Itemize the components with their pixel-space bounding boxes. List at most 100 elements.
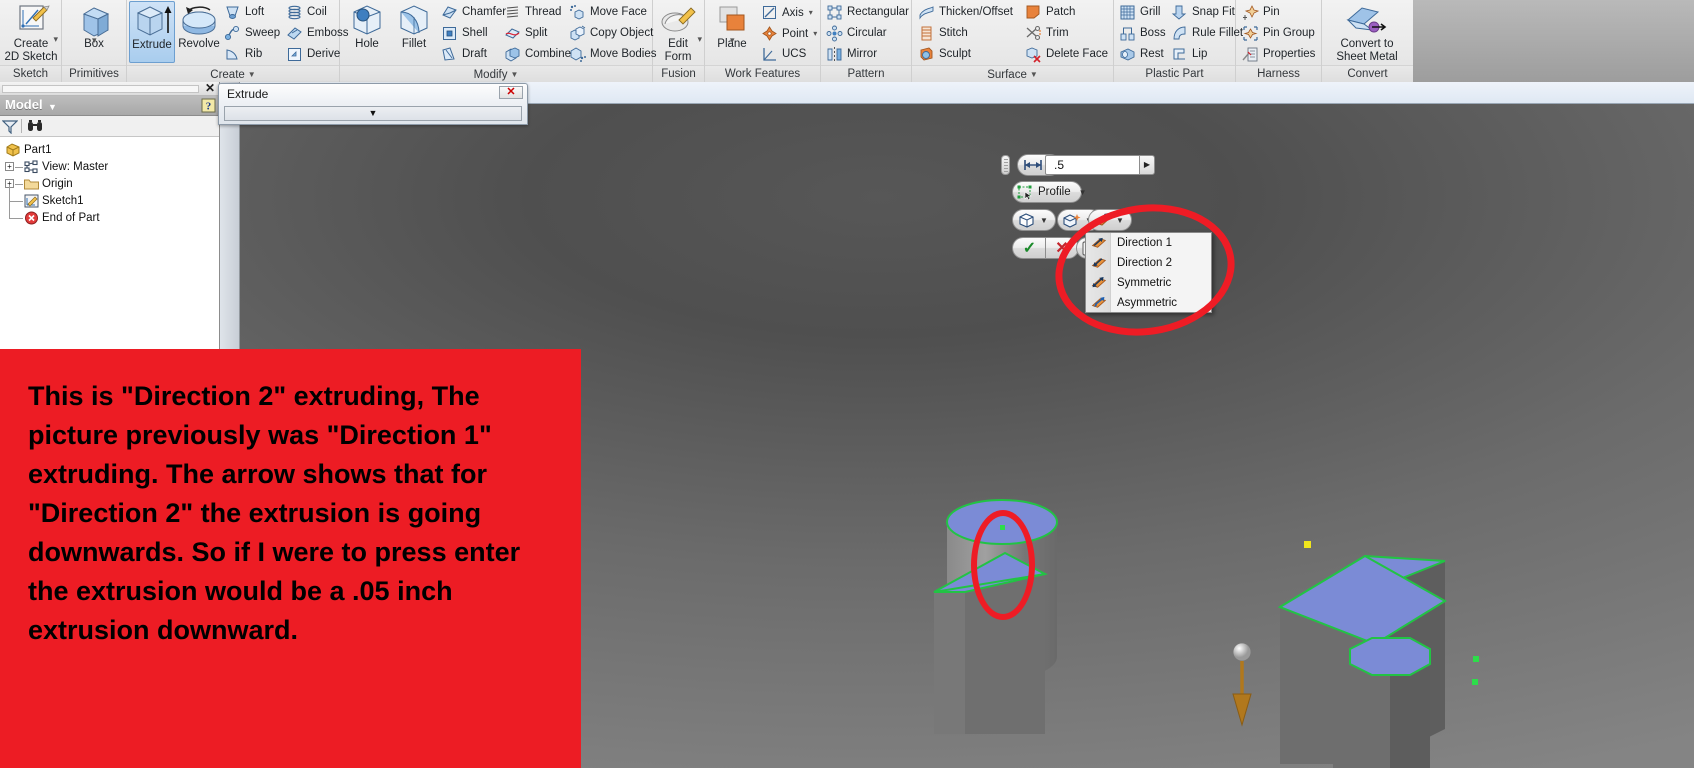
- button-label: Sculpt: [939, 48, 971, 60]
- split-button[interactable]: Split: [503, 23, 547, 44]
- create-2d-sketch-button[interactable]: Create 2D Sketch: [1, 1, 61, 63]
- button-label: Properties: [1263, 48, 1316, 60]
- thicken-offset-button[interactable]: Thicken/Offset: [917, 2, 1013, 23]
- find-icon[interactable]: [27, 119, 44, 134]
- edit-form-button[interactable]: Edit Form: [653, 1, 703, 63]
- tree-item-end-of-part[interactable]: End of Part: [4, 202, 219, 226]
- close-icon[interactable]: ✕: [499, 86, 523, 99]
- rule-fillet-icon: [1171, 25, 1188, 42]
- close-icon[interactable]: ✕: [205, 81, 215, 95]
- hole-button[interactable]: Hole: [344, 1, 390, 63]
- chevron-down-icon[interactable]: ▼: [248, 70, 256, 79]
- fillet-button[interactable]: Fillet: [391, 1, 437, 63]
- button-label: Convert to Sheet Metal: [1336, 38, 1398, 63]
- panel-title-surface: Surface ▼: [912, 65, 1113, 82]
- output-solid-button[interactable]: ▼: [1012, 209, 1056, 231]
- loft-button[interactable]: Loft: [223, 2, 264, 23]
- distance-input[interactable]: .5: [1045, 155, 1142, 175]
- button-label: UCS: [782, 48, 807, 60]
- panel-title-text: Surface: [987, 69, 1027, 81]
- copy-object-button[interactable]: Copy Object: [568, 23, 653, 44]
- rib-button[interactable]: Rib: [223, 44, 262, 65]
- revolve-button[interactable]: Revolve: [176, 1, 222, 63]
- button-label: Derive: [307, 48, 341, 60]
- shell-button[interactable]: Shell: [440, 23, 488, 44]
- tree-item-sketch1[interactable]: Sketch1: [4, 185, 219, 209]
- browser-drag-strip[interactable]: [2, 85, 199, 93]
- thicken-offset-icon: [918, 4, 935, 21]
- ribbon-panel-work-features: Plane ▾ Axis ▾ Point ▾ UCS Work Features: [705, 0, 821, 82]
- rule-fillet-button[interactable]: Rule Fillet: [1170, 23, 1243, 44]
- draft-button[interactable]: Draft: [440, 44, 487, 65]
- button-label: Lip: [1192, 48, 1208, 60]
- distance-more-button[interactable]: ▶: [1139, 155, 1155, 175]
- panel-title-harness: Harness: [1236, 65, 1321, 82]
- emboss-button[interactable]: Emboss: [285, 23, 349, 44]
- expand-icon[interactable]: +: [5, 162, 14, 171]
- filter-icon[interactable]: [2, 119, 18, 134]
- help-icon[interactable]: ?: [201, 98, 216, 113]
- view-master-icon: [24, 160, 39, 174]
- combine-button[interactable]: Combine: [503, 44, 571, 65]
- move-bodies-button[interactable]: Move Bodies: [568, 44, 656, 65]
- chevron-down-icon[interactable]: ▾: [53, 34, 58, 45]
- button-label: Stitch: [939, 27, 968, 39]
- button-label: Pin: [1263, 6, 1280, 18]
- extrude-button[interactable]: Extrude: [129, 1, 175, 63]
- thread-button[interactable]: Thread: [503, 2, 561, 23]
- sweep-button[interactable]: Sweep: [223, 23, 280, 44]
- patch-icon: [1025, 4, 1042, 21]
- model-tree[interactable]: Part1 + View: Master + Origin Sketch1 En…: [0, 137, 219, 226]
- grill-button[interactable]: Grill: [1118, 2, 1160, 23]
- profile-select-button[interactable]: Profile ▼: [1012, 181, 1087, 203]
- chevron-down-icon[interactable]: ▾: [730, 35, 735, 46]
- boss-icon: [1119, 25, 1136, 42]
- ucs-button[interactable]: UCS: [760, 44, 806, 65]
- convert-to-sheet-metal-button[interactable]: Convert to Sheet Metal: [1326, 1, 1408, 63]
- rectangular-pattern-button[interactable]: Rectangular: [825, 2, 909, 23]
- circular-pattern-button[interactable]: Circular: [825, 23, 887, 44]
- coil-button[interactable]: Coil: [285, 2, 327, 23]
- chevron-down-icon[interactable]: ▾: [697, 34, 702, 45]
- chevron-down-icon[interactable]: ▼: [510, 70, 518, 79]
- trim-button[interactable]: Trim: [1024, 23, 1069, 44]
- button-label: Delete Face: [1046, 48, 1109, 60]
- chevron-down-icon[interactable]: ▾: [809, 8, 813, 17]
- boss-button[interactable]: Boss: [1118, 23, 1166, 44]
- properties-button[interactable]: Properties: [1241, 44, 1315, 65]
- box-button[interactable]: Box: [64, 1, 124, 63]
- pin-group-button[interactable]: Pin Group: [1241, 23, 1315, 44]
- button-label: Move Face: [590, 6, 647, 18]
- delete-face-button[interactable]: Delete Face: [1024, 44, 1108, 65]
- move-face-button[interactable]: Move Face: [568, 2, 647, 23]
- point-button[interactable]: Point ▾: [760, 23, 817, 44]
- snap-fit-button[interactable]: Snap Fit: [1170, 2, 1235, 23]
- plane-button[interactable]: Plane: [707, 1, 757, 63]
- tree-item-part1[interactable]: Part1: [4, 142, 219, 158]
- chamfer-button[interactable]: Chamfer: [440, 2, 506, 23]
- tree-item-origin[interactable]: + Origin: [4, 176, 219, 192]
- patch-button[interactable]: Patch: [1024, 2, 1075, 23]
- rest-button[interactable]: Rest: [1118, 44, 1164, 65]
- mini-toolbar-grip[interactable]: [1001, 155, 1010, 175]
- tree-item-view-master[interactable]: + View: Master: [4, 159, 219, 175]
- panel-title-primitives: Primitives: [62, 65, 126, 82]
- ok-button[interactable]: ✓: [1012, 237, 1046, 259]
- mirror-button[interactable]: Mirror: [825, 44, 877, 65]
- lip-button[interactable]: Lip: [1170, 44, 1207, 65]
- profile-label: Profile: [1038, 186, 1071, 198]
- chevron-down-icon[interactable]: ▾: [92, 35, 97, 46]
- dialog-expander[interactable]: ▼: [224, 106, 522, 121]
- sculpt-button[interactable]: Sculpt: [917, 44, 971, 65]
- chevron-down-icon[interactable]: ▼: [1040, 216, 1048, 225]
- button-label: Mirror: [847, 48, 878, 60]
- derive-button[interactable]: Derive: [285, 44, 340, 65]
- chevron-down-icon[interactable]: ▼: [48, 102, 57, 112]
- chevron-down-icon[interactable]: ▼: [1079, 188, 1087, 197]
- extrude-dialog[interactable]: Extrude ✕ ▼: [218, 83, 528, 125]
- axis-button[interactable]: Axis ▾: [760, 2, 813, 23]
- pin-button[interactable]: Pin: [1241, 2, 1280, 23]
- chevron-down-icon[interactable]: ▼: [1030, 70, 1038, 79]
- stitch-button[interactable]: Stitch: [917, 23, 968, 44]
- chevron-down-icon[interactable]: ▾: [813, 29, 817, 38]
